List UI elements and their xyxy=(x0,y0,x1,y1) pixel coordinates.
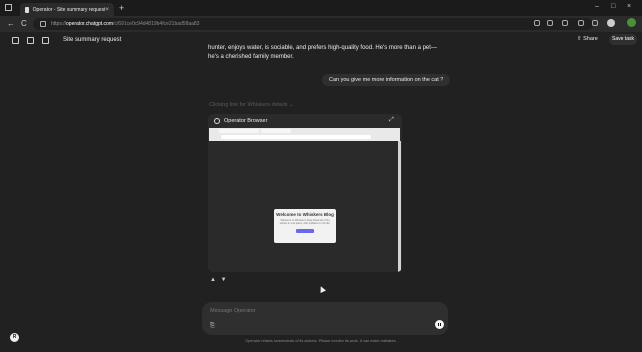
back-button[interactable]: ← xyxy=(7,19,15,29)
browser-extension-icon[interactable] xyxy=(627,18,636,27)
page-title: Site summary request xyxy=(63,37,122,43)
pause-button[interactable] xyxy=(435,320,444,329)
share-button[interactable]: ⇧ Share xyxy=(577,36,598,42)
url-text: https://operator.chatgpt.com/c/691ce0c94… xyxy=(51,21,200,27)
window-close-button[interactable]: × xyxy=(627,3,631,10)
remote-scrollbar xyxy=(398,141,401,272)
new-task-icon[interactable] xyxy=(42,37,49,44)
remote-browser-chrome xyxy=(209,128,400,141)
disclaimer-text: Operator retains screenshots of its acti… xyxy=(245,339,397,343)
lock-icon xyxy=(40,21,46,27)
modal-title: Welcome to Whiskers Blog xyxy=(276,212,334,217)
remote-tab xyxy=(219,129,259,133)
message-input[interactable] xyxy=(210,308,390,314)
window-menu-icon[interactable] xyxy=(5,4,12,11)
share-label: Share xyxy=(583,36,598,42)
browser-profile-avatar[interactable] xyxy=(607,19,615,27)
globe-icon xyxy=(214,118,220,124)
maximize-button[interactable]: □ xyxy=(611,3,615,10)
thumbs-down-icon[interactable]: ▼ xyxy=(221,277,227,283)
browser-tab[interactable]: Operator - Site summary request × xyxy=(20,3,114,16)
read-aloud-icon[interactable] xyxy=(547,20,553,26)
sidebar-toggle-icon[interactable] xyxy=(12,37,19,44)
attach-icon[interactable]: ⎘ xyxy=(210,323,215,330)
remote-tab xyxy=(261,129,291,133)
favicon-icon xyxy=(25,6,29,13)
user-avatar[interactable]: R xyxy=(10,333,19,342)
save-task-button[interactable]: Save task xyxy=(609,34,637,45)
welcome-modal: Welcome to Whiskers Blog Welcome to Whis… xyxy=(274,209,336,243)
operator-browser-title: Operator Browser xyxy=(224,118,268,124)
operator-status-line[interactable]: Clicking link for Whiskers details ⌄ xyxy=(209,102,294,108)
operator-browser-panel[interactable]: Operator Browser ⤢ Welcome to Whiskers B… xyxy=(208,114,402,272)
modal-button xyxy=(296,228,314,233)
user-message-bubble: Can you give me more information on the … xyxy=(322,74,451,86)
new-tab-button[interactable]: + xyxy=(119,3,124,13)
tab-close-icon[interactable]: × xyxy=(105,7,109,13)
tasks-icon[interactable] xyxy=(27,37,34,44)
share-icon: ⇧ xyxy=(577,36,582,42)
expand-icon[interactable]: ⤢ xyxy=(389,117,394,124)
mouse-cursor-icon xyxy=(318,285,326,293)
tab-title: Operator - Site summary request xyxy=(32,6,106,13)
address-bar[interactable]: https://operator.chatgpt.com/c/691ce0c94… xyxy=(33,18,593,30)
remote-address-bar xyxy=(221,135,371,139)
extensions-icon[interactable] xyxy=(578,20,584,26)
modal-body: Welcome to Whiskers' blog! Read all of h… xyxy=(279,219,331,226)
reload-button[interactable]: C xyxy=(21,19,27,29)
message-composer: ⎘ xyxy=(202,302,448,335)
remote-page-screenshot xyxy=(209,141,400,272)
reader-mode-icon[interactable] xyxy=(534,20,540,26)
favorites-star-icon[interactable] xyxy=(562,20,568,26)
assistant-message: hunter, enjoys water, is sociable, and p… xyxy=(208,45,437,60)
collections-icon[interactable] xyxy=(592,20,598,26)
thumbs-up-icon[interactable]: ▲ xyxy=(210,277,216,283)
minimize-button[interactable]: – xyxy=(595,3,599,10)
feedback-buttons: ▲ ▼ xyxy=(210,277,227,283)
